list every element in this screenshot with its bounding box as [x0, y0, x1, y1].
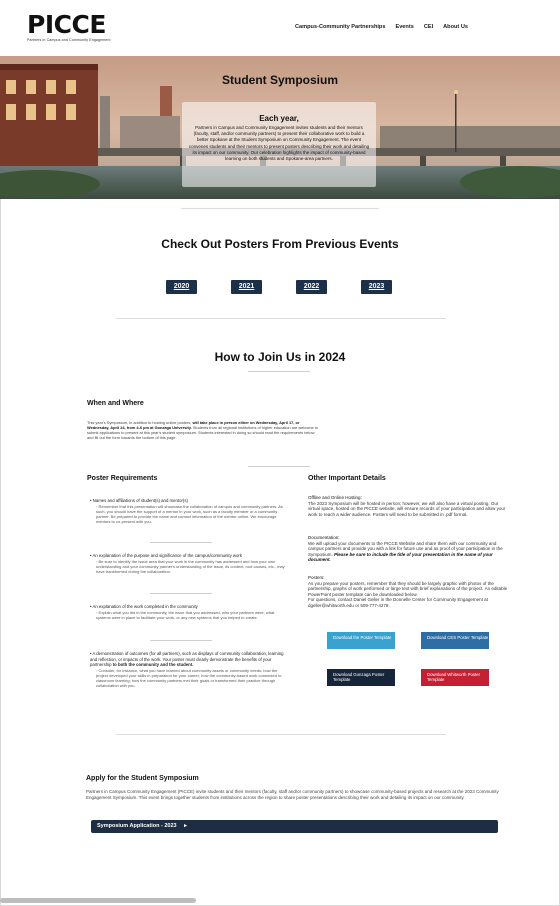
- year-2022-button[interactable]: 2022: [296, 280, 327, 294]
- requirement-main-text: Names and affiliations of student(s) and…: [92, 498, 188, 503]
- requirement-item: • Names and affiliations of student(s) a…: [90, 498, 285, 524]
- requirement-main-text: An explanation of the work completed in …: [92, 604, 198, 609]
- main-nav: Campus-Community Partnerships Events CEI…: [295, 24, 468, 30]
- requirement-sub-text: Remember that this presentation will sho…: [96, 503, 283, 524]
- nav-cei[interactable]: CEI: [424, 24, 433, 30]
- documentation-section: Documentation: We will upload your docum…: [308, 535, 508, 563]
- logo-tagline: Partners in Campus and Community Engagem…: [27, 38, 111, 42]
- download-ces-poster-template-button[interactable]: Download CES Poster Template: [421, 632, 489, 649]
- when-where-title: When and Where: [87, 400, 144, 407]
- site-logo[interactable]: PICCE Partners in Campus and Community E…: [27, 10, 111, 43]
- doc-text-wrap: We will upload your documents to the PIC…: [308, 541, 508, 563]
- doc-bold: Please be sure to include the title of y…: [308, 551, 493, 563]
- download-poster-template-button[interactable]: Download the Poster Template: [327, 632, 395, 649]
- site-header: PICCE Partners in Campus and Community E…: [0, 0, 560, 56]
- logo-wordmark: PICCE: [27, 10, 106, 39]
- posters-info-text: As you prepare your posters, remember th…: [308, 580, 508, 597]
- divider: [150, 593, 212, 594]
- requirement-sub: ◦ Explain what you did in the community,…: [96, 609, 275, 620]
- requirement-main: • A demonstration of outcomes (for all p…: [90, 651, 284, 667]
- symposium-application-toggle[interactable]: Symposium Application - 2023 ▸: [91, 820, 498, 833]
- offline-text: The 2023 Symposium will be hosted in per…: [308, 500, 506, 517]
- requirement-sub-text: Be sure to identify the issue area that …: [96, 558, 285, 574]
- nav-about-us[interactable]: About Us: [443, 24, 468, 30]
- horizontal-scrollbar[interactable]: [0, 898, 196, 903]
- divider: [248, 466, 310, 467]
- hero-title: Student Symposium: [221, 73, 338, 87]
- divider: [181, 208, 379, 209]
- divider: [116, 318, 446, 319]
- hero-intro-box: Each year, Partners in Campus and Commun…: [182, 102, 376, 187]
- requirement-sub: ◦ Be sure to identify the issue area tha…: [96, 558, 285, 574]
- posters-section: Posters: As you prepare your posters, re…: [308, 575, 508, 608]
- requirement-item: • An explanation of the work completed i…: [90, 604, 285, 620]
- join-title: How to Join Us in 2024: [214, 350, 346, 364]
- contact-text: For questions, contact Daniel Geller in …: [308, 597, 488, 608]
- nav-events[interactable]: Events: [395, 24, 413, 30]
- nav-campus-community-partnerships[interactable]: Campus-Community Partnerships: [295, 24, 385, 30]
- chevron-right-icon: ▸: [184, 823, 187, 829]
- poster-year-buttons: 2020 2021 2022 2023: [166, 280, 392, 294]
- requirements-title: Poster Requirements: [87, 475, 158, 482]
- requirement-item: • A demonstration of outcomes (for all p…: [90, 651, 285, 688]
- posters-title: Check Out Posters From Previous Events: [161, 237, 399, 251]
- other-details-title: Other Important Details: [308, 475, 386, 482]
- hero-banner: Student Symposium Each year, Partners in…: [0, 56, 560, 199]
- divider: [150, 640, 212, 641]
- apply-title: Apply for the Student Symposium: [86, 775, 199, 782]
- hero-box-text: Partners in Campus and Community Engagem…: [188, 125, 370, 162]
- requirement-main-bold: to both the community and the student.: [112, 662, 194, 667]
- hero-box-heading: Each year,: [259, 114, 299, 123]
- year-2021-button[interactable]: 2021: [231, 280, 262, 294]
- apply-text: Partners in Campus Community Engagement …: [86, 789, 499, 800]
- download-whitworth-poster-template-button[interactable]: Download Whitworth Poster Template: [421, 669, 489, 686]
- when-where-text: This year's Symposium, in addition to ho…: [87, 420, 319, 440]
- requirement-sub: ◦ Consider, for instance, what you have …: [96, 667, 282, 688]
- application-bar-label: Symposium Application - 2023: [97, 823, 177, 829]
- divider: [116, 734, 446, 735]
- year-2020-button[interactable]: 2020: [166, 280, 197, 294]
- requirement-sub-text: Explain what you did in the community, t…: [96, 609, 275, 620]
- requirement-sub-text: Consider, for instance, what you have le…: [96, 667, 282, 688]
- offline-online-section: Offline and Online Hosting: The 2023 Sym…: [308, 495, 508, 517]
- divider: [150, 542, 212, 543]
- divider: [248, 371, 310, 372]
- download-gonzaga-poster-template-button[interactable]: Download Gonzaga Poster Template: [327, 669, 395, 686]
- requirement-main-text: An explanation of the purpose and signif…: [92, 553, 242, 558]
- year-2023-button[interactable]: 2023: [361, 280, 392, 294]
- requirement-sub: ◦ Remember that this presentation will s…: [96, 503, 283, 524]
- requirement-item: • An explanation of the purpose and sign…: [90, 553, 285, 574]
